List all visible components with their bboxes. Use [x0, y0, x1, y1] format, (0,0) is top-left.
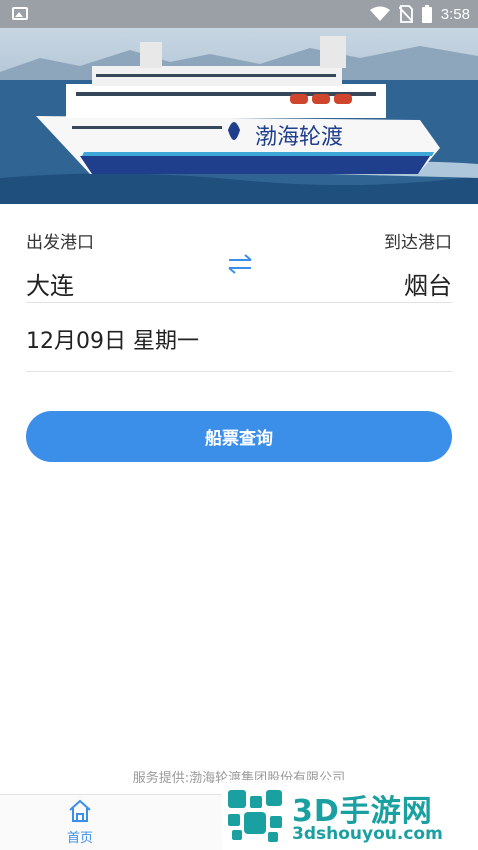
arrival-port-label: 到达港口 — [384, 233, 452, 253]
hero-ferry-image: 渤海轮渡 — [0, 28, 478, 204]
ship-name-text: 渤海轮渡 — [255, 125, 343, 150]
watermark: 3D手游网 3dshouyou.com — [222, 780, 478, 850]
status-time: 3:58 — [440, 5, 470, 23]
arrival-port-select[interactable]: 烟台 — [404, 266, 452, 301]
wifi-icon — [369, 6, 390, 21]
image-notification-icon — [12, 7, 28, 20]
battery-icon — [421, 5, 432, 23]
watermark-logo-icon — [228, 790, 282, 842]
ticket-query-button[interactable]: 船票查询 — [26, 411, 452, 462]
no-sim-icon — [398, 5, 413, 23]
home-icon — [69, 799, 91, 822]
status-bar: 3:58 — [0, 0, 478, 28]
swap-ports-icon[interactable] — [226, 250, 254, 278]
departure-port-label: 出发港口 — [26, 233, 94, 253]
tab-home[interactable]: 首页 — [56, 797, 104, 849]
divider — [26, 302, 452, 303]
tab-home-label: 首页 — [66, 831, 93, 846]
departure-port-select[interactable]: 大连 — [26, 266, 74, 301]
watermark-url: 3dshouyou.com — [292, 824, 443, 844]
ferry-illustration: 渤海轮渡 — [0, 36, 478, 204]
status-icons: 3:58 — [369, 0, 470, 28]
departure-date-select[interactable]: 12月09日 星期一 — [26, 323, 199, 355]
divider — [26, 371, 452, 372]
